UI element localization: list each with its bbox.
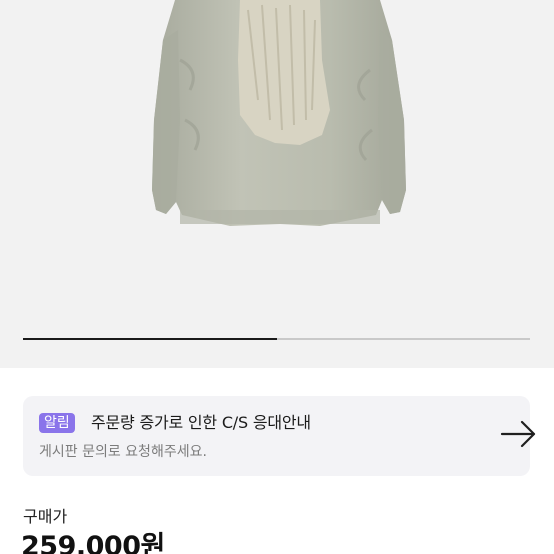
price-label: 구매가	[23, 507, 68, 526]
notice-subtitle: 게시판 문의로 요청해주세요.	[39, 444, 207, 460]
carousel-indicator	[23, 338, 530, 340]
notice-title: 주문량 증가로 인한 C/S 응대안내	[91, 413, 311, 432]
notice-badge: 알림	[39, 413, 75, 433]
price-value: 259,000원	[21, 531, 165, 554]
cs-notice-card[interactable]: 알림 주문량 증가로 인한 C/S 응대안내 게시판 문의로 요청해주세요.	[23, 396, 536, 476]
carousel-indicator-fill	[23, 338, 277, 340]
product-photo	[152, 0, 406, 226]
product-image-area[interactable]	[0, 0, 554, 368]
arrow-right-icon[interactable]	[500, 418, 538, 450]
